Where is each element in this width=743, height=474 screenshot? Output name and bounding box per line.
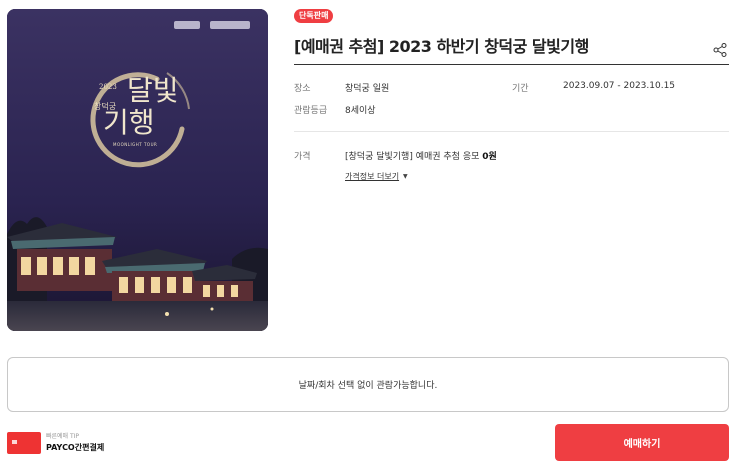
info-divider	[294, 131, 729, 132]
exclusive-badge: 단독판매	[294, 9, 334, 23]
price-amount: 0원	[482, 152, 497, 162]
period-value: 2023.09.07 - 2023.10.15	[563, 81, 676, 91]
quick-booking-tip-value: PAYCO간편결제	[46, 443, 105, 452]
partner-logo	[210, 21, 250, 29]
share-icon	[713, 43, 727, 57]
poster-title-line1: 달빛	[127, 74, 179, 107]
rating-label: 관람등급	[294, 106, 328, 116]
payco-card-icon	[7, 432, 41, 454]
price-item: [창덕궁 달빛기행] 예매권 추첨 응모 0원	[345, 149, 497, 162]
event-title: [예매권 추첨] 2023 하반기 창덕궁 달빛기행	[294, 37, 589, 56]
share-button[interactable]	[712, 42, 728, 58]
event-poster: 2023 창덕궁 달빛 기행 MOONLIGHT TOUR	[7, 9, 268, 331]
rating-value: 8세이상	[345, 106, 376, 116]
price-item-text: [창덕궁 달빛기행] 예매권 추첨 응모	[345, 152, 480, 162]
period-label: 기간	[512, 84, 529, 94]
booking-notice-box: 날짜/회차 선택 없이 관람가능합니다.	[7, 357, 729, 412]
price-info-more-link[interactable]: 가격정보 더보기	[345, 171, 399, 182]
poster-english-line: MOONLIGHT TOUR	[113, 142, 158, 147]
organizer-logo	[174, 21, 200, 29]
place-label: 장소	[294, 84, 311, 94]
book-button-label: 예매하기	[623, 439, 661, 450]
poster-year: 2023	[99, 83, 117, 91]
quick-booking-tip-label: 빠른예매 TIP	[46, 433, 80, 440]
poster-organizer-logos	[174, 21, 250, 29]
poster-artwork	[7, 9, 268, 331]
price-label: 가격	[294, 152, 311, 162]
title-divider	[294, 64, 729, 65]
place-value: 창덕궁 일원	[345, 84, 390, 94]
poster-title-line2: 기행	[103, 106, 155, 139]
book-button[interactable]: 예매하기	[555, 424, 729, 461]
chevron-down-icon[interactable]: ▼	[403, 173, 408, 180]
booking-notice-text: 날짜/회차 선택 없이 관람가능합니다.	[298, 381, 438, 391]
